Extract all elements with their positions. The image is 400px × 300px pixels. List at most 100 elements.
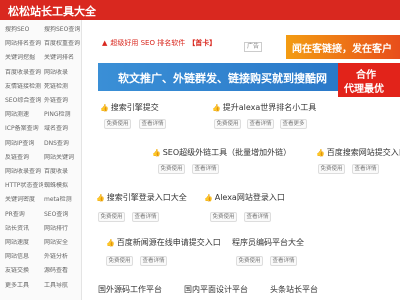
sidebar-link[interactable]: 关键词密度 [5,196,43,204]
sidebar-link[interactable]: 死链检测 [44,83,82,91]
sidebar-link[interactable]: 工具导航 [44,282,82,290]
blue-banner-text: 软文推广、外链群发、链接购买就到搜酷网 [118,72,327,85]
tool-entry[interactable]: 👍 提升alexa世界排名小工具 [212,102,316,113]
sidebar-link[interactable]: meta检测 [44,196,82,204]
sidebar-link[interactable]: 百度收录 [44,168,82,176]
top-header-bar: 松松站长工具大全 [0,0,400,20]
fire-icon: ▲ [102,39,108,47]
detail-button[interactable]: 查看详情 [270,256,297,266]
site-logo[interactable]: 松松站长工具大全 [8,3,96,19]
sidebar-row: 反链查询 网站关键词 [0,151,82,165]
sidebar-row: 站长资讯 网站排行 [0,222,82,236]
sidebar-link[interactable]: SEO查询 [44,211,82,219]
sidebar-link[interactable]: 网站关键词 [44,154,82,162]
ad-label: 广告 [244,42,263,52]
sidebar-link[interactable]: 网站安全 [44,239,82,247]
sidebar-link[interactable]: 搜狗SEO [5,26,43,34]
thumbs-up-icon: 👍 [204,194,213,202]
use-button[interactable]: 免费使用 [158,164,185,174]
use-button[interactable]: 免费使用 [210,212,237,222]
detail-button[interactable]: 查看详情 [140,256,167,266]
sidebar-link[interactable]: 百度权重查询 [44,40,82,48]
sidebar-link[interactable]: 站长资讯 [5,225,43,233]
sidebar-row: 友链交换 源码查看 [0,264,82,278]
sidebar-row: 网站IP查询 DNS查询 [0,137,82,151]
detail-button[interactable]: 查看详情 [192,164,219,174]
more-button[interactable]: 查看更多 [280,119,307,129]
sidebar-link[interactable]: 域名查询 [44,125,82,133]
detail-button[interactable]: 查看详情 [132,212,159,222]
red-banner-line2: 代理最优 [344,84,384,95]
promo-text: 超级好用 SEO 排名软件 [110,39,186,47]
sidebar-link[interactable]: 外链查询 [44,97,82,105]
sidebar-row: 关键词挖掘 关键词排名 [0,51,82,65]
sidebar-link[interactable]: 友情链接检测 [5,83,43,91]
red-ad-banner[interactable]: 合作 代理最优 [338,63,400,97]
red-banner-line1: 合作 [356,70,376,81]
sidebar-link[interactable]: HTTP状态查询 [5,182,43,190]
sidebar-row: 关键词密度 meta检测 [0,193,82,207]
sidebar-link[interactable]: 反链查询 [5,154,43,162]
bottom-link[interactable]: 国外源码工作平台 [98,284,162,295]
sidebar-row: 百度收录查询 网站收录 [0,66,82,80]
sidebar-link[interactable]: 搜狗SEO查询 [44,26,82,34]
sidebar-link[interactable]: 网站信息 [5,253,43,261]
sidebar-row: 网站信息 外链分析 [0,250,82,264]
sidebar: 搜狗SEO 搜狗SEO查询 网站排名查询 百度权重查询 关键词挖掘 关键词排名 百度收录查询… [0,20,82,300]
tool-entry[interactable]: 👍 百度新闻源在线申请提交入口 [106,237,221,248]
sidebar-link[interactable]: 网站排名查询 [5,40,43,48]
sidebar-link[interactable]: 源码查看 [44,267,82,275]
tool-entry[interactable]: 程序员编码平台大全 [232,237,304,248]
sidebar-link[interactable]: SEO综合查询 [5,97,43,105]
bottom-link[interactable]: 国内平面设计平台 [184,284,248,295]
sidebar-link[interactable]: 网站排行 [44,225,82,233]
sidebar-row: PR查询 SEO查询 [0,208,82,222]
sidebar-link[interactable]: 网站收录 [44,69,82,77]
tool-entry[interactable]: 👍 Alexa网站登录入口 [204,192,285,203]
thumbs-up-icon: 👍 [316,149,325,157]
use-button[interactable]: 免费使用 [318,164,345,174]
sidebar-link[interactable]: 网站收录查询 [5,168,43,176]
use-button[interactable]: 免费使用 [236,256,263,266]
tool-entry[interactable]: 👍 SEO超级外链工具（批量增加外链） [152,147,291,158]
sidebar-link[interactable]: 网站测速 [5,111,43,119]
sidebar-link[interactable]: 百度收录查询 [5,69,43,77]
tool-entry[interactable]: 👍 搜索引擎提交 [100,102,159,113]
orange-banner-text: 闻在客链接，发在客户 [292,44,392,55]
sidebar-row: ICP备案查询 域名查询 [0,122,82,136]
detail-button[interactable]: 查看详情 [244,212,271,222]
sidebar-link[interactable]: 关键词挖掘 [5,54,43,62]
detail-button[interactable]: 查看详情 [247,119,274,129]
use-button[interactable]: 免费使用 [98,212,125,222]
use-button[interactable]: 免费使用 [214,119,241,129]
sidebar-row: 网站排名查询 百度权重查询 [0,37,82,51]
thumbs-up-icon: 👍 [152,149,161,157]
sidebar-link[interactable]: DNS查询 [44,140,82,148]
promo-link[interactable]: ▲ 超级好用 SEO 排名软件 【首卡】 [102,38,216,48]
orange-ad-banner[interactable]: 闻在客链接，发在客户 [286,35,400,59]
thumbs-up-icon: 👍 [96,194,105,202]
sidebar-link[interactable]: ICP备案查询 [5,125,43,133]
sidebar-link[interactable]: 友链交换 [5,267,43,275]
sidebar-link[interactable]: 蜘蛛模拟 [44,182,82,190]
sidebar-link[interactable]: 网站IP查询 [5,140,43,148]
tool-entry[interactable]: 👍 百度搜索网站提交入口 [316,147,400,158]
sidebar-row: SEO综合查询 外链查询 [0,94,82,108]
blue-ad-banner[interactable]: 软文推广、外链群发、链接购买就到搜酷网 [98,63,338,91]
thumbs-up-icon: 👍 [212,104,221,112]
bottom-link[interactable]: 头条站长平台 [270,284,318,295]
sidebar-link[interactable]: 关键词排名 [44,54,82,62]
detail-button[interactable]: 查看详情 [139,119,166,129]
sidebar-row: 网站收录查询 百度收录 [0,165,82,179]
sidebar-link[interactable]: 更多工具 [5,282,43,290]
sidebar-row: 网站速度 网站安全 [0,236,82,250]
sidebar-link[interactable]: PING检测 [44,111,82,119]
use-button[interactable]: 免费使用 [104,119,131,129]
thumbs-up-icon: 👍 [106,239,115,247]
sidebar-link[interactable]: 外链分析 [44,253,82,261]
sidebar-link[interactable]: PR查询 [5,211,43,219]
use-button[interactable]: 免费使用 [106,256,133,266]
sidebar-link[interactable]: 网站速度 [5,239,43,247]
detail-button[interactable]: 查看详情 [352,164,379,174]
tool-entry[interactable]: 👍 搜索引擎登录入口大全 [96,192,187,203]
